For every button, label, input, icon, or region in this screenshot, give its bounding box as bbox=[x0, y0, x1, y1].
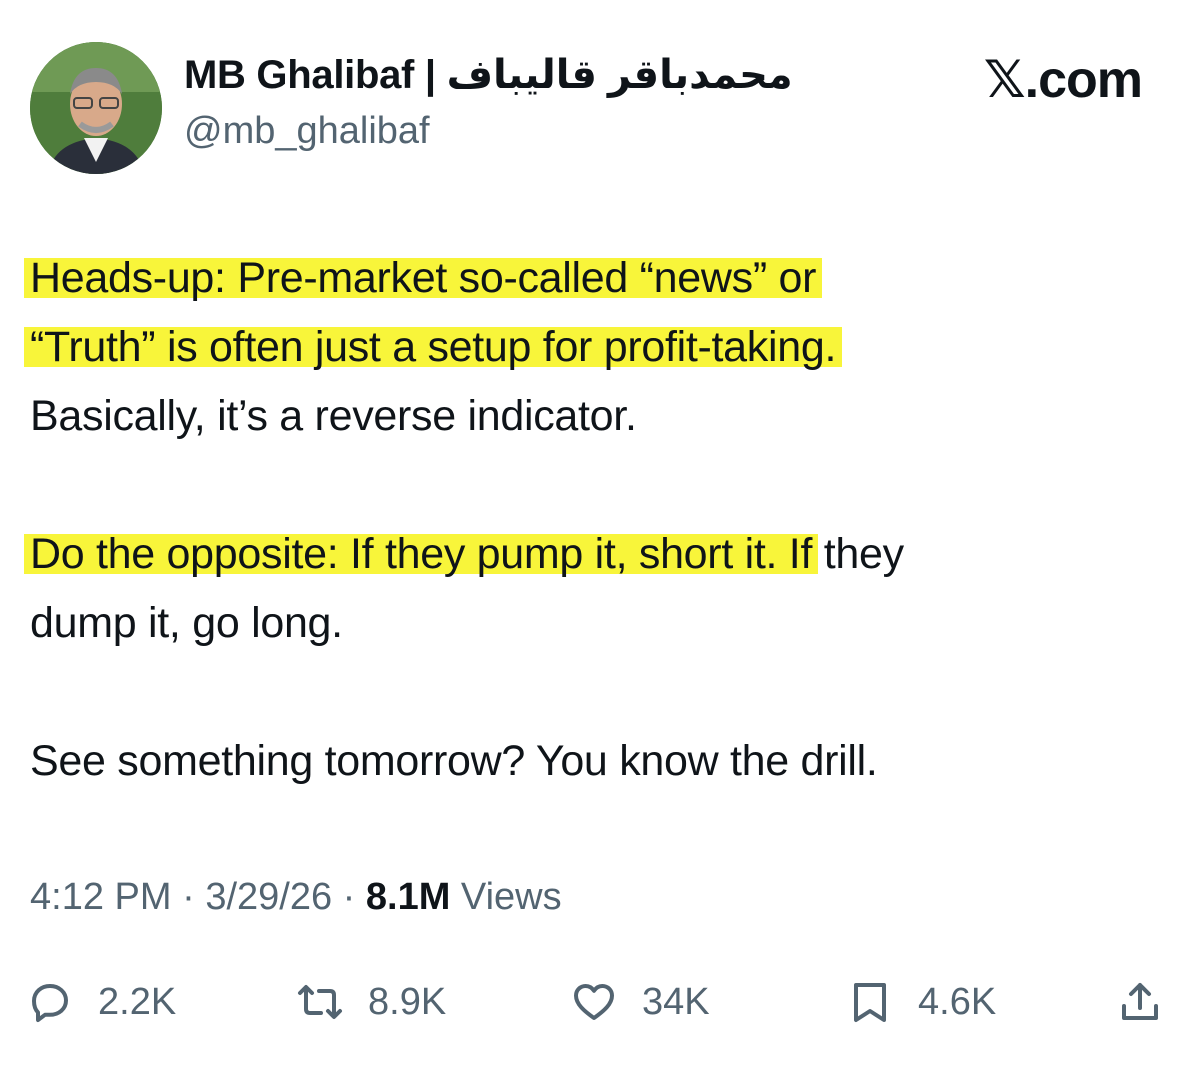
tweet-date[interactable]: 3/29/26 bbox=[205, 876, 332, 918]
highlighted-text: Heads-up: Pre-market so-called “news” or bbox=[24, 254, 823, 302]
action-bar: 2.2K 8.9K 34K 4.6K bbox=[26, 972, 1176, 1032]
user-handle[interactable]: @mb_ghalibaf bbox=[184, 110, 430, 153]
tweet-line: Do the opposite: If they pump it, short … bbox=[24, 520, 1150, 589]
views-label: Views bbox=[450, 876, 562, 918]
like-count: 34K bbox=[642, 980, 710, 1023]
avatar[interactable] bbox=[30, 42, 162, 174]
reply-button[interactable]: 2.2K bbox=[26, 972, 176, 1032]
tweet-line: “Truth” is often just a setup for profit… bbox=[24, 313, 1150, 382]
like-button[interactable]: 34K bbox=[570, 972, 710, 1032]
separator: · bbox=[332, 876, 366, 918]
display-name[interactable]: MB Ghalibaf | محمدباقر قالیباف bbox=[184, 52, 793, 98]
tweet-line: See something tomorrow? You know the dri… bbox=[30, 737, 878, 785]
tweet-line: dump it, go long. bbox=[30, 599, 343, 647]
heart-icon bbox=[574, 984, 614, 1020]
reply-count: 2.2K bbox=[98, 980, 177, 1023]
highlighted-text: “Truth” is often just a setup for profit… bbox=[24, 323, 843, 371]
share-icon bbox=[1122, 983, 1158, 1020]
x-logo: 𝕏.com bbox=[983, 51, 1143, 109]
views-count[interactable]: 8.1M bbox=[366, 876, 450, 918]
highlighted-text: Do the opposite: If they pump it, short … bbox=[24, 530, 819, 578]
repost-button[interactable]: 8.9K bbox=[296, 972, 446, 1032]
tweet-meta: 4:12 PM · 3/29/26 · 8.1M Views bbox=[30, 876, 562, 919]
tweet-text: Heads-up: Pre-market so-called “news” or… bbox=[24, 244, 1150, 796]
repost-icon bbox=[298, 985, 342, 1019]
tweet-text-fragment: they bbox=[812, 530, 904, 578]
tweet-line: Basically, it’s a reverse indicator. bbox=[30, 392, 637, 440]
reply-icon bbox=[32, 984, 68, 1022]
tweet-time[interactable]: 4:12 PM bbox=[30, 876, 172, 918]
bookmark-icon bbox=[854, 983, 886, 1022]
separator: · bbox=[171, 876, 206, 918]
profile-photo-icon bbox=[30, 42, 162, 174]
repost-count: 8.9K bbox=[368, 980, 447, 1023]
bookmark-button[interactable]: 4.6K bbox=[846, 972, 996, 1032]
share-button[interactable] bbox=[1116, 972, 1164, 1032]
tweet-line: Heads-up: Pre-market so-called “news” or bbox=[24, 244, 1150, 313]
bookmark-count: 4.6K bbox=[918, 980, 997, 1023]
